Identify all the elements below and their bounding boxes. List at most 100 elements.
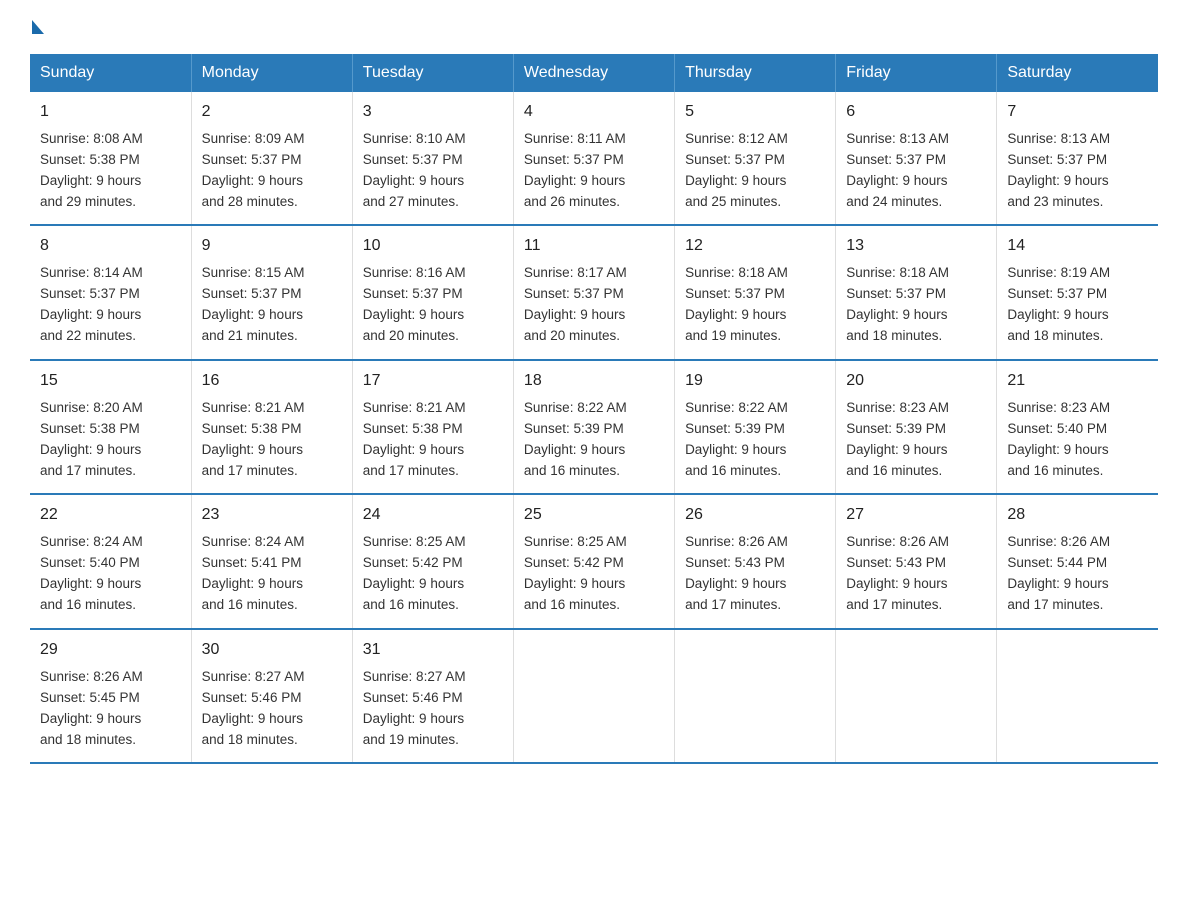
day-number: 13 [846, 234, 986, 259]
day-number: 19 [685, 369, 825, 394]
page-header [30, 20, 1158, 34]
calendar-day-cell: 1 Sunrise: 8:08 AMSunset: 5:38 PMDaylight… [30, 92, 191, 225]
calendar-day-cell: 6Sunrise: 8:13 AMSunset: 5:37 PMDaylight… [836, 92, 997, 225]
calendar-week-row: 15Sunrise: 8:20 AMSunset: 5:38 PMDayligh… [30, 360, 1158, 494]
day-number: 28 [1007, 503, 1148, 528]
calendar-day-cell: 29 Sunrise: 8:26 AMSunset: 5:45 PMDayligh… [30, 629, 191, 763]
day-number: 26 [685, 503, 825, 528]
weekday-header-tuesday: Tuesday [352, 54, 513, 92]
calendar-day-cell: 25Sunrise: 8:25 AMSunset: 5:42 PMDayligh… [513, 494, 674, 628]
day-info: Sunrise: 8:24 AMSunset: 5:40 PMDaylight:… [40, 534, 143, 612]
day-info: Sunrise: 8:14 AMSunset: 5:37 PMDaylight:… [40, 265, 143, 343]
calendar-day-cell [675, 629, 836, 763]
calendar-day-cell: 10 Sunrise: 8:16 AMSunset: 5:37 PMDayligh… [352, 225, 513, 359]
day-number: 11 [524, 234, 664, 259]
day-info: Sunrise: 8:23 AMSunset: 5:39 PMDaylight:… [846, 400, 949, 478]
weekday-header-row: SundayMondayTuesdayWednesdayThursdayFrid… [30, 54, 1158, 92]
weekday-header-sunday: Sunday [30, 54, 191, 92]
day-info: Sunrise: 8:13 AMSunset: 5:37 PMDaylight:… [1007, 131, 1110, 209]
calendar-week-row: 29 Sunrise: 8:26 AMSunset: 5:45 PMDayligh… [30, 629, 1158, 763]
calendar-day-cell: 14 Sunrise: 8:19 AMSunset: 5:37 PMDayligh… [997, 225, 1158, 359]
calendar-table: SundayMondayTuesdayWednesdayThursdayFrid… [30, 54, 1158, 764]
calendar-day-cell [836, 629, 997, 763]
day-number: 14 [1007, 234, 1148, 259]
calendar-day-cell: 15Sunrise: 8:20 AMSunset: 5:38 PMDayligh… [30, 360, 191, 494]
calendar-day-cell: 11 Sunrise: 8:17 AMSunset: 5:37 PMDayligh… [513, 225, 674, 359]
day-number: 6 [846, 100, 986, 125]
day-number: 21 [1007, 369, 1148, 394]
calendar-day-cell: 31 Sunrise: 8:27 AMSunset: 5:46 PMDayligh… [352, 629, 513, 763]
day-info: Sunrise: 8:11 AMSunset: 5:37 PMDaylight:… [524, 131, 626, 209]
day-number: 17 [363, 369, 503, 394]
day-number: 7 [1007, 100, 1148, 125]
calendar-day-cell: 5 Sunrise: 8:12 AMSunset: 5:37 PMDaylight… [675, 92, 836, 225]
day-info: Sunrise: 8:19 AMSunset: 5:37 PMDaylight:… [1007, 265, 1110, 343]
calendar-week-row: 22 Sunrise: 8:24 AMSunset: 5:40 PMDayligh… [30, 494, 1158, 628]
day-number: 16 [202, 369, 342, 394]
day-number: 24 [363, 503, 503, 528]
day-number: 23 [202, 503, 342, 528]
day-number: 31 [363, 638, 503, 663]
weekday-header-wednesday: Wednesday [513, 54, 674, 92]
calendar-day-cell: 30 Sunrise: 8:27 AMSunset: 5:46 PMDayligh… [191, 629, 352, 763]
weekday-header-monday: Monday [191, 54, 352, 92]
calendar-day-cell: 4 Sunrise: 8:11 AMSunset: 5:37 PMDaylight… [513, 92, 674, 225]
day-number: 10 [363, 234, 503, 259]
day-info: Sunrise: 8:21 AMSunset: 5:38 PMDaylight:… [363, 400, 466, 478]
day-number: 22 [40, 503, 181, 528]
day-number: 29 [40, 638, 181, 663]
day-number: 5 [685, 100, 825, 125]
logo-arrow-icon [32, 20, 44, 34]
day-info: Sunrise: 8:12 AMSunset: 5:37 PMDaylight:… [685, 131, 788, 209]
day-info: Sunrise: 8:23 AMSunset: 5:40 PMDaylight:… [1007, 400, 1110, 478]
calendar-day-cell: 22 Sunrise: 8:24 AMSunset: 5:40 PMDayligh… [30, 494, 191, 628]
calendar-week-row: 1 Sunrise: 8:08 AMSunset: 5:38 PMDaylight… [30, 92, 1158, 225]
calendar-day-cell [997, 629, 1158, 763]
calendar-day-cell: 17 Sunrise: 8:21 AMSunset: 5:38 PMDayligh… [352, 360, 513, 494]
day-number: 27 [846, 503, 986, 528]
day-info: Sunrise: 8:08 AMSunset: 5:38 PMDaylight:… [40, 131, 143, 209]
day-info: Sunrise: 8:15 AMSunset: 5:37 PMDaylight:… [202, 265, 305, 343]
day-number: 18 [524, 369, 664, 394]
calendar-day-cell: 23 Sunrise: 8:24 AMSunset: 5:41 PMDayligh… [191, 494, 352, 628]
day-number: 8 [40, 234, 181, 259]
day-info: Sunrise: 8:27 AMSunset: 5:46 PMDaylight:… [363, 669, 466, 747]
day-info: Sunrise: 8:22 AMSunset: 5:39 PMDaylight:… [685, 400, 788, 478]
weekday-header-friday: Friday [836, 54, 997, 92]
day-number: 25 [524, 503, 664, 528]
day-number: 9 [202, 234, 342, 259]
logo [30, 20, 44, 34]
day-number: 2 [202, 100, 342, 125]
day-info: Sunrise: 8:09 AMSunset: 5:37 PMDaylight:… [202, 131, 305, 209]
day-number: 4 [524, 100, 664, 125]
day-info: Sunrise: 8:21 AMSunset: 5:38 PMDaylight:… [202, 400, 305, 478]
calendar-day-cell: 18 Sunrise: 8:22 AMSunset: 5:39 PMDayligh… [513, 360, 674, 494]
day-number: 1 [40, 100, 181, 125]
day-info: Sunrise: 8:10 AMSunset: 5:37 PMDaylight:… [363, 131, 466, 209]
calendar-day-cell: 8 Sunrise: 8:14 AMSunset: 5:37 PMDaylight… [30, 225, 191, 359]
calendar-day-cell: 7 Sunrise: 8:13 AMSunset: 5:37 PMDaylight… [997, 92, 1158, 225]
day-info: Sunrise: 8:17 AMSunset: 5:37 PMDaylight:… [524, 265, 627, 343]
day-number: 20 [846, 369, 986, 394]
calendar-day-cell [513, 629, 674, 763]
calendar-day-cell: 9 Sunrise: 8:15 AMSunset: 5:37 PMDaylight… [191, 225, 352, 359]
day-number: 3 [363, 100, 503, 125]
calendar-day-cell: 28Sunrise: 8:26 AMSunset: 5:44 PMDayligh… [997, 494, 1158, 628]
calendar-day-cell: 20 Sunrise: 8:23 AMSunset: 5:39 PMDayligh… [836, 360, 997, 494]
logo-general-text [30, 20, 44, 34]
day-number: 30 [202, 638, 342, 663]
day-info: Sunrise: 8:16 AMSunset: 5:37 PMDaylight:… [363, 265, 466, 343]
day-info: Sunrise: 8:27 AMSunset: 5:46 PMDaylight:… [202, 669, 305, 747]
weekday-header-thursday: Thursday [675, 54, 836, 92]
day-info: Sunrise: 8:24 AMSunset: 5:41 PMDaylight:… [202, 534, 305, 612]
calendar-day-cell: 3 Sunrise: 8:10 AMSunset: 5:37 PMDaylight… [352, 92, 513, 225]
day-info: Sunrise: 8:22 AMSunset: 5:39 PMDaylight:… [524, 400, 627, 478]
calendar-day-cell: 27 Sunrise: 8:26 AMSunset: 5:43 PMDayligh… [836, 494, 997, 628]
calendar-day-cell: 24Sunrise: 8:25 AMSunset: 5:42 PMDayligh… [352, 494, 513, 628]
calendar-day-cell: 16 Sunrise: 8:21 AMSunset: 5:38 PMDayligh… [191, 360, 352, 494]
day-info: Sunrise: 8:20 AMSunset: 5:38 PMDaylight:… [40, 400, 143, 478]
day-info: Sunrise: 8:18 AMSunset: 5:37 PMDaylight:… [846, 265, 949, 343]
day-info: Sunrise: 8:26 AMSunset: 5:43 PMDaylight:… [846, 534, 949, 612]
calendar-day-cell: 21 Sunrise: 8:23 AMSunset: 5:40 PMDayligh… [997, 360, 1158, 494]
day-info: Sunrise: 8:26 AMSunset: 5:45 PMDaylight:… [40, 669, 143, 747]
